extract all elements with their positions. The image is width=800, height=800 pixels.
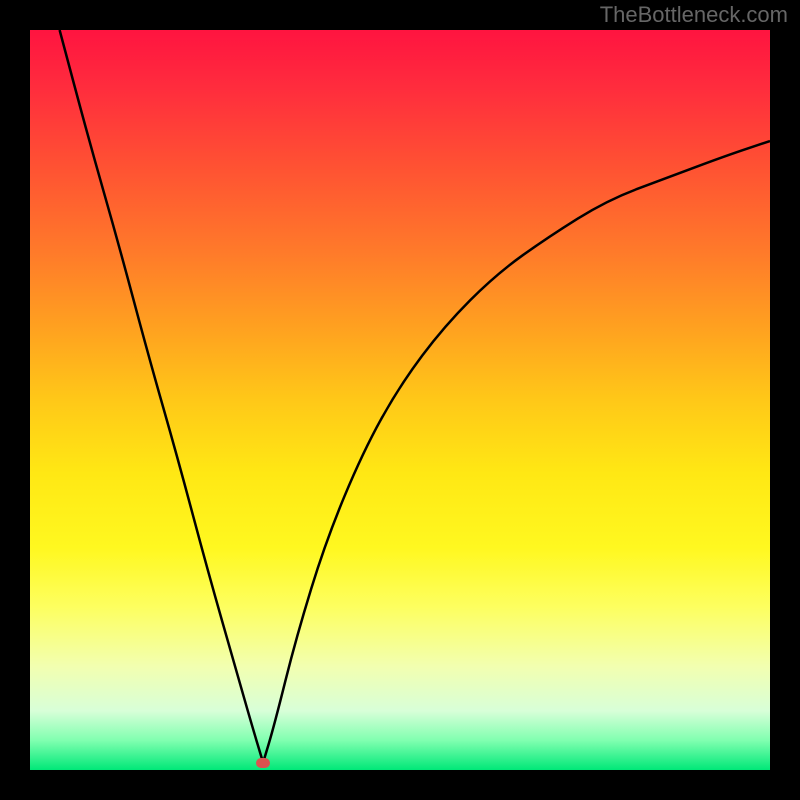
bottleneck-curve [30,30,770,770]
curve-left-branch [60,30,264,763]
curve-right-branch [263,141,770,763]
watermark-text: TheBottleneck.com [600,2,788,28]
plot-area [30,30,770,770]
optimum-marker [256,758,270,768]
